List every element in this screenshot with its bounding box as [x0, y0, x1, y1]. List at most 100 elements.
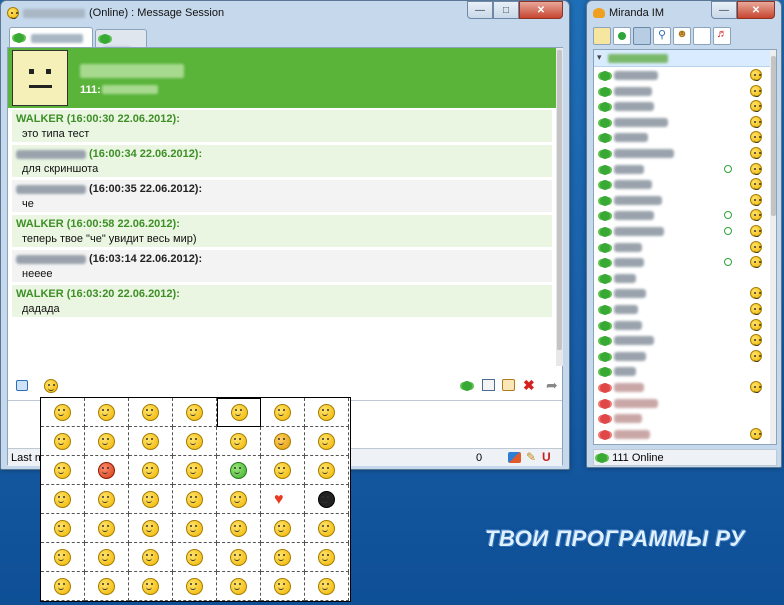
emoticon-cell[interactable] — [261, 572, 305, 601]
emoticon-cell[interactable] — [217, 398, 261, 427]
emoticon-cell[interactable] — [129, 398, 173, 427]
contact-item[interactable] — [594, 84, 770, 99]
emoticon-cell[interactable] — [305, 514, 349, 543]
contact-item[interactable] — [594, 255, 770, 270]
message-log[interactable]: WALKER (16:00:30 22.06.2012): это типа те… — [8, 110, 556, 366]
emoticon-cell[interactable] — [129, 514, 173, 543]
emoticon-cell[interactable] — [217, 543, 261, 572]
minimize-button[interactable]: — — [467, 1, 493, 19]
maximize-button[interactable]: □ — [493, 1, 519, 19]
clist-scrollbar[interactable] — [770, 50, 776, 444]
contact-item[interactable] — [594, 396, 770, 411]
contact-item[interactable] — [594, 411, 770, 426]
emoticon-cell[interactable] — [261, 427, 305, 456]
emoticon-cell[interactable] — [41, 398, 85, 427]
contact-item[interactable] — [594, 130, 770, 145]
groups-icon[interactable]: ☻ — [673, 27, 691, 45]
find-user-icon[interactable]: ⚲ — [653, 27, 671, 45]
contact-item[interactable] — [594, 318, 770, 333]
contact-info-icon[interactable] — [16, 380, 28, 391]
send-icon[interactable]: ➦ — [546, 377, 558, 394]
emoticon-cell[interactable] — [305, 427, 349, 456]
contact-item[interactable] — [594, 224, 770, 239]
emoticon-cell[interactable] — [217, 485, 261, 514]
sounds-off-icon[interactable]: ♬ — [713, 27, 731, 45]
miranda-close-button[interactable]: ✕ — [737, 1, 775, 19]
emoticon-cell[interactable]: ♥ — [261, 485, 305, 514]
protocol-clover-icon[interactable] — [462, 381, 472, 391]
emoticon-cell[interactable] — [85, 572, 129, 601]
emoticon-cell[interactable] — [85, 485, 129, 514]
group-header[interactable]: ▾ — [594, 50, 770, 67]
emoticon-cell[interactable] — [217, 572, 261, 601]
emoticon-cell[interactable] — [41, 485, 85, 514]
contact-item[interactable] — [594, 240, 770, 255]
emoticon-cell[interactable] — [305, 572, 349, 601]
pencil-icon[interactable]: ✎ — [526, 450, 536, 464]
close-button[interactable]: ✕ — [519, 1, 563, 19]
contact-item[interactable] — [594, 193, 770, 208]
emoticon-cell[interactable] — [41, 427, 85, 456]
contact-item[interactable] — [594, 427, 770, 442]
emoticon-cell[interactable] — [217, 427, 261, 456]
contact-item[interactable] — [594, 349, 770, 364]
contact-item[interactable] — [594, 364, 770, 379]
emoticon-cell[interactable] — [41, 572, 85, 601]
contact-item[interactable] — [594, 271, 770, 286]
emoticon-cell[interactable] — [305, 485, 349, 514]
contact-list[interactable]: ▾ — [593, 49, 777, 445]
emoticon-cell[interactable] — [41, 543, 85, 572]
contact-item[interactable] — [594, 146, 770, 161]
contact-item[interactable] — [594, 99, 770, 114]
emoticon-cell[interactable] — [173, 398, 217, 427]
emoticon-cell[interactable] — [85, 398, 129, 427]
emoticon-cell[interactable] — [173, 485, 217, 514]
show-offline-icon[interactable] — [633, 27, 651, 45]
miranda-status-bar[interactable]: 111 Online — [593, 449, 777, 466]
emoticon-cell[interactable] — [261, 543, 305, 572]
contact-item[interactable] — [594, 115, 770, 130]
contact-item[interactable] — [594, 286, 770, 301]
emoticon-cell[interactable] — [129, 572, 173, 601]
emoticon-cell[interactable] — [173, 514, 217, 543]
emoticon-button[interactable] — [44, 379, 58, 393]
emoticon-cell[interactable] — [261, 514, 305, 543]
tab-contact-1[interactable] — [9, 27, 93, 47]
emoticon-cell[interactable] — [85, 543, 129, 572]
contact-item[interactable] — [594, 333, 770, 348]
status-online-icon[interactable] — [613, 27, 631, 45]
contact-item[interactable] — [594, 302, 770, 317]
tab-contact-2[interactable] — [95, 29, 147, 56]
main-menu-icon[interactable] — [593, 27, 611, 45]
emoticon-cell[interactable] — [85, 427, 129, 456]
emoticon-cell[interactable] — [129, 543, 173, 572]
emoticon-cell[interactable] — [85, 456, 129, 485]
contact-item[interactable] — [594, 380, 770, 395]
emoticon-cell[interactable] — [41, 514, 85, 543]
history-icon[interactable] — [502, 379, 515, 391]
emoticon-cell[interactable] — [173, 456, 217, 485]
options-icon[interactable] — [693, 27, 711, 45]
contact-item[interactable] — [594, 68, 770, 83]
emoticon-cell[interactable] — [305, 543, 349, 572]
emoticon-cell[interactable] — [85, 514, 129, 543]
cancel-icon[interactable]: ✖ — [523, 377, 535, 394]
emoticon-cell[interactable] — [173, 427, 217, 456]
emoticon-cell[interactable] — [129, 485, 173, 514]
emoticon-cell[interactable] — [217, 456, 261, 485]
emoticon-cell[interactable] — [129, 456, 173, 485]
emoticon-cell[interactable] — [173, 572, 217, 601]
emoticon-cell[interactable] — [173, 543, 217, 572]
miranda-minimize-button[interactable]: — — [711, 1, 737, 19]
emoticon-cell[interactable] — [129, 427, 173, 456]
log-scrollbar[interactable] — [556, 48, 563, 366]
group-collapse-icon[interactable]: ▾ — [597, 52, 602, 63]
emoticon-cell[interactable] — [261, 398, 305, 427]
emoticon-cell[interactable] — [305, 398, 349, 427]
send-mode-icon[interactable] — [508, 452, 521, 463]
contact-item[interactable] — [594, 177, 770, 192]
contact-item[interactable] — [594, 208, 770, 223]
emoticon-cell[interactable] — [217, 514, 261, 543]
emoticon-cell[interactable] — [261, 456, 305, 485]
contact-item[interactable] — [594, 162, 770, 177]
